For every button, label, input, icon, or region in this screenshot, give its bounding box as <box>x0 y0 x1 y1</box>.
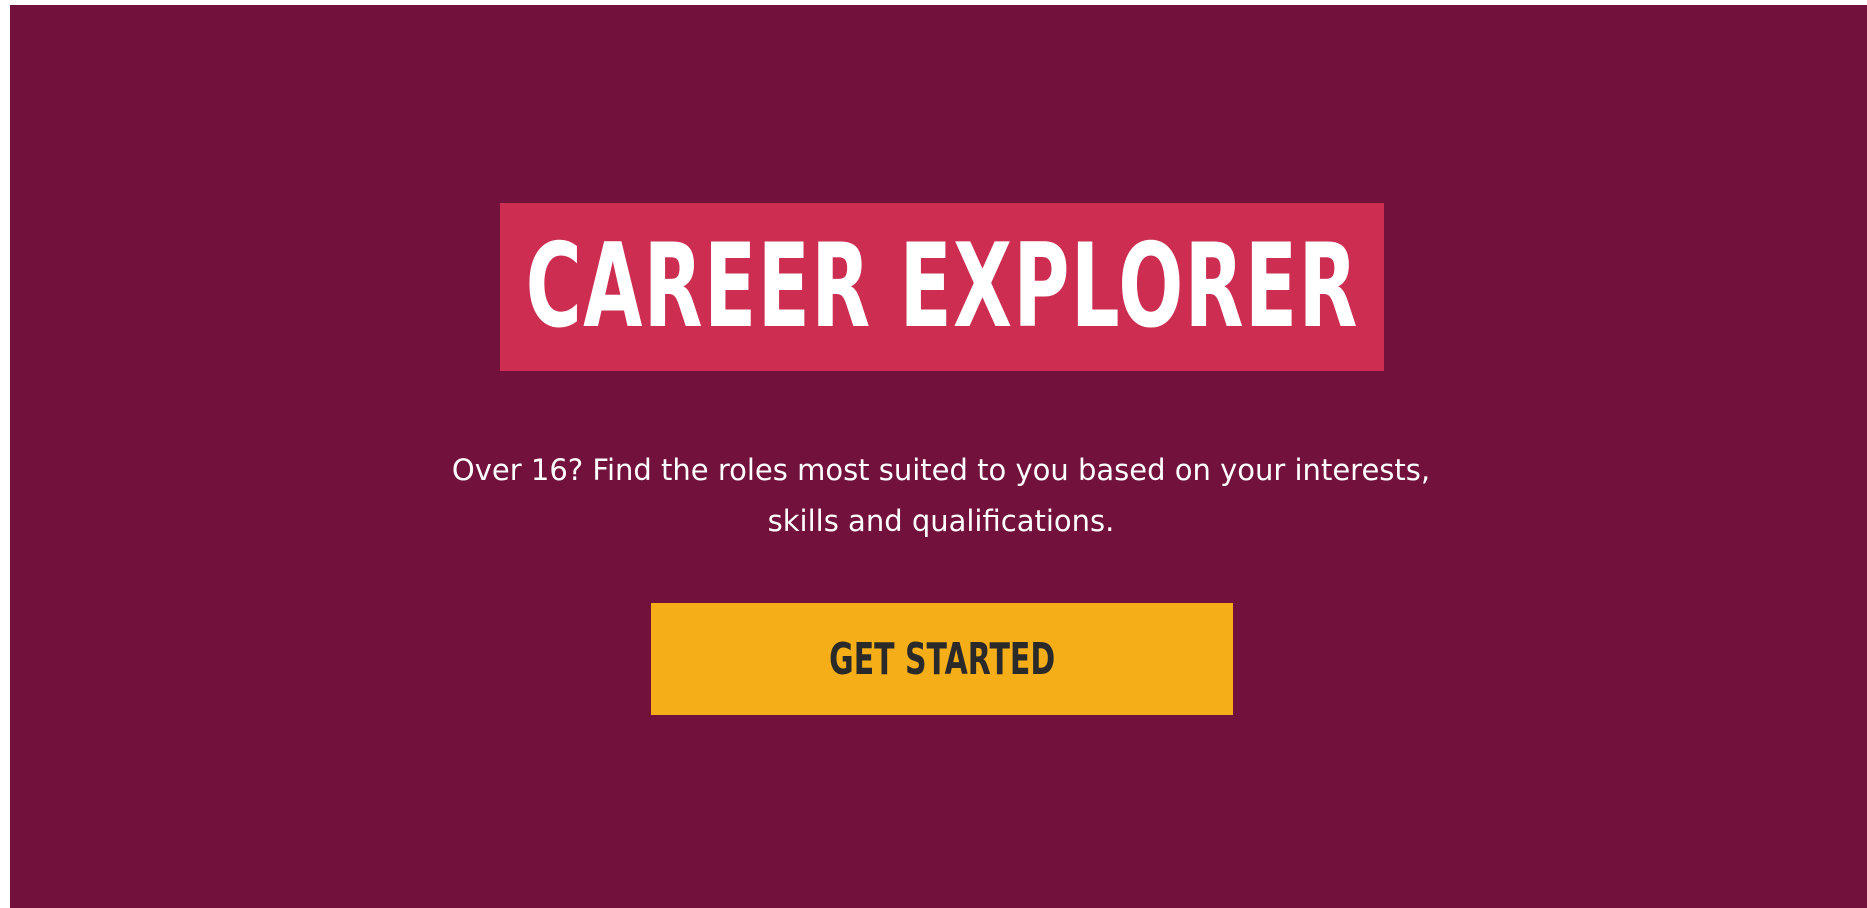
hero-section: CAREER EXPLORER Over 16? Find the roles … <box>10 5 1867 908</box>
get-started-button[interactable]: GET STARTED <box>651 603 1233 715</box>
hero-subtitle: Over 16? Find the roles most suited to y… <box>451 453 1431 538</box>
get-started-label: GET STARTED <box>829 633 1055 685</box>
page-title: CAREER EXPLORER <box>525 219 1359 354</box>
title-banner: CAREER EXPLORER <box>500 203 1384 371</box>
